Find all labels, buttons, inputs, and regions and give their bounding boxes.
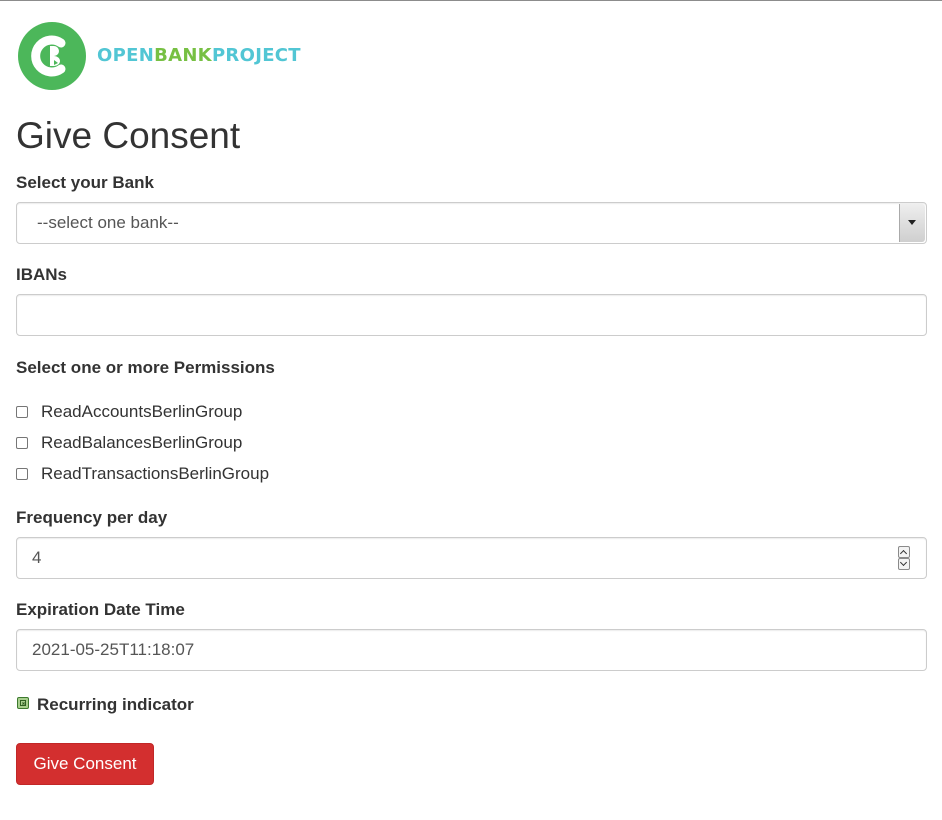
recurring-checkbox[interactable] (17, 697, 29, 709)
ibans-label: IBANs (16, 265, 68, 284)
chevron-down-icon (899, 558, 908, 567)
expiration-input-value: 2021-05-25T11:18:07 (32, 640, 195, 659)
permission-checkbox[interactable] (16, 437, 28, 449)
brand-bank: BANK (154, 45, 212, 66)
expiration-input[interactable]: 2021-05-25T11:18:07 (16, 629, 927, 671)
brand-wordmark: OPENBANKPROJECT (97, 46, 301, 66)
permissions-label: Select one or more Permissions (16, 358, 275, 377)
brand-project: PROJECT (211, 45, 301, 66)
open-bank-project-logo-icon (18, 22, 86, 90)
increment-button[interactable] (898, 546, 910, 558)
select-dropdown-button[interactable] (899, 204, 925, 242)
permission-checkbox[interactable] (16, 468, 28, 480)
chevron-down-icon (908, 220, 916, 225)
frequency-label: Frequency per day (16, 508, 168, 527)
decrement-button[interactable] (898, 558, 910, 570)
permission-label: ReadAccountsBerlinGroup (41, 402, 243, 421)
bank-label: Select your Bank (16, 173, 154, 192)
chevron-up-icon (899, 549, 908, 558)
page-title: Give Consent (16, 115, 241, 156)
check-icon (20, 700, 26, 706)
permission-checkbox[interactable] (16, 406, 28, 418)
number-spinner[interactable] (898, 546, 910, 570)
brand-open: OPEN (97, 45, 155, 66)
permission-label: ReadBalancesBerlinGroup (41, 433, 243, 452)
frequency-input-value: 4 (32, 548, 42, 567)
frequency-input[interactable]: 4 (16, 537, 927, 579)
bank-select-value: --select one bank-- (37, 213, 179, 232)
recurring-label: Recurring indicator (37, 695, 194, 714)
bank-select[interactable]: --select one bank-- (16, 202, 927, 244)
ibans-input[interactable] (16, 294, 927, 336)
give-consent-button[interactable]: Give Consent (16, 743, 154, 785)
permission-label: ReadTransactionsBerlinGroup (41, 464, 270, 483)
expiration-label: Expiration Date Time (16, 600, 185, 619)
